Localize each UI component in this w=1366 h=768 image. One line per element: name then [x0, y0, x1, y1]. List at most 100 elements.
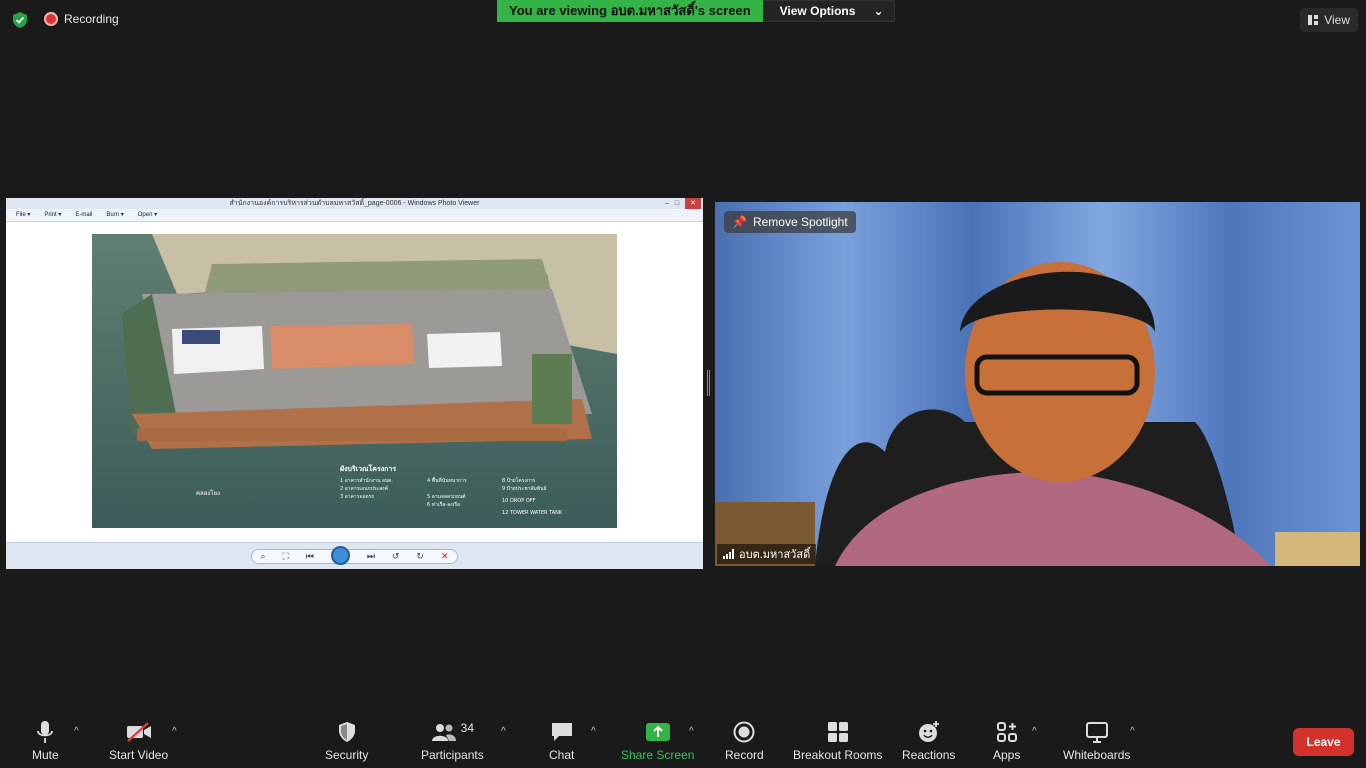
participant-video-tile[interactable]: 📌 Remove Spotlight อบต.มหาสวัสดิ์ [715, 202, 1360, 566]
chat-bubble-icon [551, 723, 572, 741]
apps-button[interactable]: Apps [993, 720, 1020, 762]
view-options-label: View Options [779, 4, 856, 18]
canal-label: คลองโยง [196, 489, 220, 497]
share-screen-label: Share Screen [621, 748, 695, 762]
legend-item-5: 5 ลานจอดรถยนต์ [427, 493, 466, 500]
photo-viewer-controls: ⌕ ⛶ ⏮ ⏭ ↺ ↻ ✕ [6, 542, 703, 569]
apps-options-chevron-icon[interactable]: ^ [1032, 726, 1037, 737]
start-video-button[interactable]: Start Video [109, 720, 168, 762]
minimize-icon[interactable]: – [665, 198, 669, 209]
meeting-top-bar: Recording You are viewing อบต.มหาสวัสดิ์… [0, 0, 1366, 40]
share-screen-button[interactable]: Share Screen [621, 720, 694, 762]
legend-item-2: 2 อาคารเอนกประสงค์ [340, 485, 388, 492]
menu-burn[interactable]: Burn ▾ [106, 209, 123, 221]
next-icon[interactable]: ⏭ [367, 551, 375, 562]
view-options-button[interactable]: View Options ⌄ [762, 0, 895, 22]
participants-label: Participants [421, 748, 484, 762]
rotate-left-icon[interactable]: ↺ [392, 551, 400, 562]
viewing-label: You are viewing อบต.มหาสวัสดิ์'s screen [497, 0, 763, 22]
whiteboards-options-chevron-icon[interactable]: ^ [1130, 726, 1135, 737]
whiteboards-button[interactable]: Whiteboards [1063, 720, 1130, 762]
view-button[interactable]: View [1300, 8, 1358, 32]
legend-item-9: 9 ป้ายประชาสัมพันธ์ [502, 485, 547, 492]
meeting-toolbar: Mute ^ Start Video ^ Security 34 Partici… [0, 706, 1366, 768]
zoom-icon[interactable]: ⌕ [260, 551, 265, 562]
fit-window-icon[interactable]: ⛶ [283, 551, 289, 562]
reactions-emoji-icon [918, 721, 939, 742]
legend-title: ผังบริเวณโครงการ [340, 464, 396, 473]
reactions-label: Reactions [902, 748, 956, 762]
whiteboard-icon [1085, 722, 1108, 743]
shield-check-icon[interactable] [11, 11, 29, 29]
whiteboards-label: Whiteboards [1063, 748, 1131, 762]
site-plan-image: ผังบริเวณโครงการ 1 อาคารสำนักงาน อบต. 2 … [92, 234, 617, 528]
remove-spotlight-button[interactable]: 📌 Remove Spotlight [724, 211, 856, 233]
photo-viewer-menu: File ▾ Print ▾ E-mail Burn ▾ Open ▾ [6, 209, 703, 222]
window-title: สำนักงานองค์การบริหารส่วนตำบลมหาสวัสดิ์_… [229, 200, 480, 207]
recording-label: Recording [64, 12, 119, 26]
close-icon[interactable]: ✕ [685, 198, 701, 209]
participants-count: 34 [460, 721, 475, 735]
chevron-down-icon: ⌄ [873, 4, 884, 18]
shared-screen[interactable]: สำนักงานองค์การบริหารส่วนตำบลมหาสวัสดิ์_… [6, 198, 703, 569]
security-label: Security [325, 748, 369, 762]
participant-name: อบต.มหาสวัสดิ์ [739, 549, 811, 561]
mute-label: Mute [32, 748, 59, 762]
legend-item-8: 8 ป้ายโครงการ [502, 477, 536, 484]
signal-strength-icon [723, 549, 734, 559]
chat-label: Chat [549, 748, 575, 762]
record-label: Record [725, 748, 764, 762]
previous-icon[interactable]: ⏮ [306, 551, 314, 562]
rotate-right-icon[interactable]: ↻ [416, 551, 424, 562]
menu-email[interactable]: E-mail [75, 209, 92, 221]
breakout-rooms-label: Breakout Rooms [793, 748, 883, 762]
breakout-rooms-button[interactable]: Breakout Rooms [793, 720, 882, 762]
start-video-label: Start Video [109, 748, 169, 762]
recording-indicator[interactable]: Recording [44, 12, 119, 26]
security-shield-icon [338, 722, 355, 742]
mute-button[interactable]: Mute [32, 720, 59, 762]
legend-item-10: 10 DROP OFF [502, 498, 536, 504]
photo-viewer-titlebar: สำนักงานองค์การบริหารส่วนตำบลมหาสวัสดิ์_… [6, 198, 703, 209]
reactions-button[interactable]: Reactions [902, 720, 955, 762]
pin-icon: 📌 [732, 215, 747, 229]
chat-options-chevron-icon[interactable]: ^ [591, 726, 596, 737]
breakout-rooms-icon [827, 722, 848, 742]
grid-view-icon [1308, 15, 1319, 25]
leave-button[interactable]: Leave [1293, 728, 1354, 756]
legend-item-12: 12 TOWER WATER TANK [502, 510, 563, 516]
delete-icon[interactable]: ✕ [441, 551, 449, 562]
apps-label: Apps [993, 748, 1021, 762]
mute-options-chevron-icon[interactable]: ^ [74, 726, 79, 737]
remove-spotlight-label: Remove Spotlight [752, 215, 848, 229]
share-options-chevron-icon[interactable]: ^ [689, 726, 694, 737]
menu-print[interactable]: Print ▾ [44, 209, 61, 221]
maximize-icon[interactable]: □ [675, 198, 679, 209]
legend-item-6: 6 ท่าเรือ-ลงเรือ [427, 501, 460, 508]
menu-file[interactable]: File ▾ [16, 209, 30, 221]
chat-button[interactable]: Chat [549, 720, 574, 762]
viewing-banner: You are viewing อบต.มหาสวัสดิ์'s screen … [497, 0, 895, 22]
slideshow-icon[interactable] [330, 545, 350, 565]
playback-control-bar: ⌕ ⛶ ⏮ ⏭ ↺ ↻ ✕ [251, 545, 458, 565]
legend-item-3: 3 อาคารจอดรถ [340, 494, 374, 500]
record-button[interactable]: Record [725, 720, 764, 762]
participant-name-tag: อบต.มหาสวัสดิ์ [717, 544, 817, 564]
security-button[interactable]: Security [325, 720, 368, 762]
video-off-icon [126, 722, 151, 742]
split-divider-handle[interactable] [707, 370, 710, 396]
participants-button[interactable]: 34 Participants [421, 720, 484, 762]
photo-viewer-canvas: ผังบริเวณโครงการ 1 อาคารสำนักงาน อบต. 2 … [6, 222, 703, 540]
share-screen-icon [645, 723, 670, 741]
participants-icon [431, 724, 456, 741]
recording-dot-icon [44, 12, 58, 26]
microphone-icon [37, 721, 54, 743]
apps-icon [996, 722, 1017, 742]
record-icon [733, 721, 755, 743]
participants-options-chevron-icon[interactable]: ^ [501, 726, 506, 737]
menu-open[interactable]: Open ▾ [138, 209, 157, 221]
video-options-chevron-icon[interactable]: ^ [172, 726, 177, 737]
participant-video-frame [715, 202, 1360, 566]
legend-item-1: 1 อาคารสำนักงาน อบต. [340, 478, 393, 484]
view-label: View [1324, 13, 1350, 27]
